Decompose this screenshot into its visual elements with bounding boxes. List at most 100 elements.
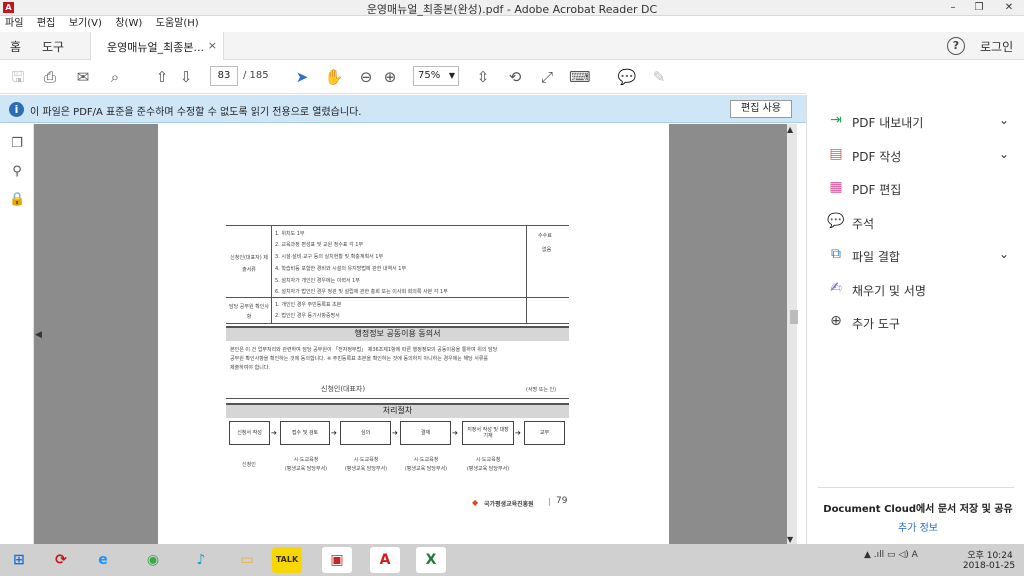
official-item: 1. 개인인 경우 주민등록표 초본 [275,302,342,308]
create-pdf-icon: ▤ [829,145,843,162]
help-icon[interactable]: ? [947,37,965,55]
tab-document[interactable]: 운영매뉴얼_최종본... × [90,32,224,60]
close-tab-icon[interactable]: × [208,39,217,52]
scroll-mode-icon[interactable]: ⌨ [569,67,591,87]
close-button[interactable]: ✕ [994,0,1024,16]
zoom-value: 75% [418,70,441,81]
collapse-left-icon[interactable]: ◀ [35,330,42,340]
music-player-icon[interactable]: ♪ [186,547,216,573]
acrobat-icon[interactable]: A [370,547,400,573]
menu-window[interactable]: 창(W) [110,16,147,32]
search-icon[interactable]: ⌕ [105,67,125,87]
pdf-page: 신청인(대표자) 제출서류 1. 위치도 1부 2. 교육과정 편성표 및 교원… [158,124,669,544]
footer-separator: | [548,497,551,506]
scroll-up-icon[interactable]: ▲ [787,125,793,134]
kakaotalk-icon[interactable]: TALK [272,547,302,573]
doc-item: 6. 설치자가 법인인 경우 정관 및 설립에 관한 총회 또는 이사회 회의록… [275,289,448,295]
select-tool-icon[interactable]: ➤ [292,67,312,87]
official-check-label: 담당 공무원 확인사항 [229,304,269,320]
hand-tool-icon[interactable]: ✋ [324,67,344,87]
zoom-in-icon[interactable]: ⊕ [380,67,400,87]
system-tray[interactable]: ▲ .ıll ▭ ◁) A [864,550,918,560]
doc-item: 1. 위치도 1부 [275,231,305,237]
zoom-select[interactable]: 75% ▼ [413,66,459,86]
clock-date[interactable]: 2018-01-25 [957,561,1021,571]
email-icon[interactable]: ✉ [73,67,93,87]
consent-text: 공무원 확인사항을 확인하는 것에 동의합니다. ※ 주민등록표 초본을 확인하… [230,356,489,362]
tab-tools[interactable]: 도구 [42,38,64,55]
tool-item[interactable]: ⧉ 파일 결합 ⌄ [827,246,1017,266]
arrow-icon: ➔ [515,429,521,437]
process-step: 신청서 작성 [229,421,270,445]
fill-sign-icon: ✍ [830,279,842,296]
tab-home[interactable]: 홈 [10,38,21,55]
comment-icon: 💬 [827,212,845,229]
internet-explorer-icon[interactable]: e [88,547,118,573]
chrome-icon[interactable]: ◉ [138,547,168,573]
arrow-icon: ➔ [331,429,337,437]
tool-item[interactable]: ▦ PDF 편집 [827,179,1017,199]
attachments-icon[interactable]: ⚲ [9,164,25,180]
highlight-tool-icon[interactable]: ✎ [649,67,669,87]
menu-file[interactable]: 파일 [0,16,28,32]
tool-item[interactable]: ✍ 채우기 및 서명 [827,280,1017,300]
tool-item[interactable]: 💬 주석 [827,213,1017,233]
maximize-button[interactable]: ❐ [966,0,992,16]
process-step: 결재 [400,421,451,445]
process-step: 심의 [340,421,391,445]
fit-page-icon[interactable]: ⇳ [473,67,493,87]
process-actor-dept: (평생교육 담당부서) [466,466,510,472]
divider [818,487,1014,488]
process-actor: 시·도교육청 [413,457,439,463]
file-explorer-icon[interactable]: ▭ [232,547,262,573]
tool-item-label: 채우기 및 서명 [852,283,926,298]
recovery-icon[interactable]: ⟳ [46,547,76,573]
next-page-icon[interactable]: ⇩ [176,67,196,87]
minimize-button[interactable]: – [940,0,966,16]
arrow-icon: ➔ [392,429,398,437]
menu-view[interactable]: 보기(V) [64,16,107,32]
tool-item[interactable]: ▤ PDF 작성 ⌄ [827,146,1017,166]
tool-item-label: 파일 결합 [852,250,900,264]
login-link[interactable]: 로그인 [980,38,1013,55]
chevron-down-icon[interactable]: ⌄ [999,113,1009,127]
document-lock-icon[interactable]: 🔒 [9,192,25,208]
signer-label: 신청인(대표자) [321,385,366,393]
start-icon[interactable]: ⊞ [4,547,34,573]
consent-title: 행정정보 공동이용 동의서 [226,326,569,341]
app-red-icon[interactable]: ▣ [322,547,352,573]
rotate-icon[interactable]: ⟲ [505,67,525,87]
scroll-down-icon[interactable]: ▼ [787,535,793,544]
previous-page-icon[interactable]: ⇧ [152,67,172,87]
chevron-down-icon[interactable]: ⌄ [999,247,1009,261]
more-tools-icon: ⊕ [830,313,842,329]
clock-time[interactable]: 오후 10:24 [962,548,1018,561]
save-icon[interactable]: 🖫 [8,67,28,87]
print-icon[interactable]: ⎙ [40,67,60,87]
learn-more-link[interactable]: 추가 정보 [818,519,1018,534]
menu-edit[interactable]: 편집 [32,16,60,32]
vertical-scrollbar[interactable] [787,124,797,544]
menu-help[interactable]: 도움말(H) [151,16,204,32]
comment-tool-icon[interactable]: 💬 [617,67,637,87]
scroll-thumb[interactable] [790,310,798,324]
page-thumbnails-icon[interactable]: ❐ [9,136,25,152]
enable-edit-button[interactable]: 편집 사용 [730,100,792,118]
tool-item-label: 추가 도구 [852,317,900,331]
tool-item[interactable]: ⇥ PDF 내보내기 ⌄ [827,112,1017,132]
chevron-down-icon: ▼ [448,71,455,80]
page-total: / 185 [243,70,269,81]
applicant-docs-label: 신청인(대표자) 제출서류 [230,255,268,273]
page-number-input[interactable]: 83 [210,66,238,86]
info-message: 이 파일은 PDF/A 표준을 준수하며 수정할 수 없도록 읽기 전용으로 열… [30,107,362,118]
excel-icon[interactable]: X [416,547,446,573]
zoom-out-icon[interactable]: ⊖ [356,67,376,87]
left-rail: ❐ ⚲ 🔒 [0,124,34,544]
fee-label: 수수료 [538,233,552,239]
process-actor: 시·도교육청 [293,457,319,463]
tool-item-label: PDF 내보내기 [852,116,924,130]
chevron-down-icon[interactable]: ⌄ [999,147,1009,161]
process-actor-dept: (평생교육 담당부서) [284,466,328,472]
full-screen-icon[interactable]: ⤢ [537,67,557,87]
tool-item[interactable]: ⊕ 추가 도구 [827,313,1017,333]
